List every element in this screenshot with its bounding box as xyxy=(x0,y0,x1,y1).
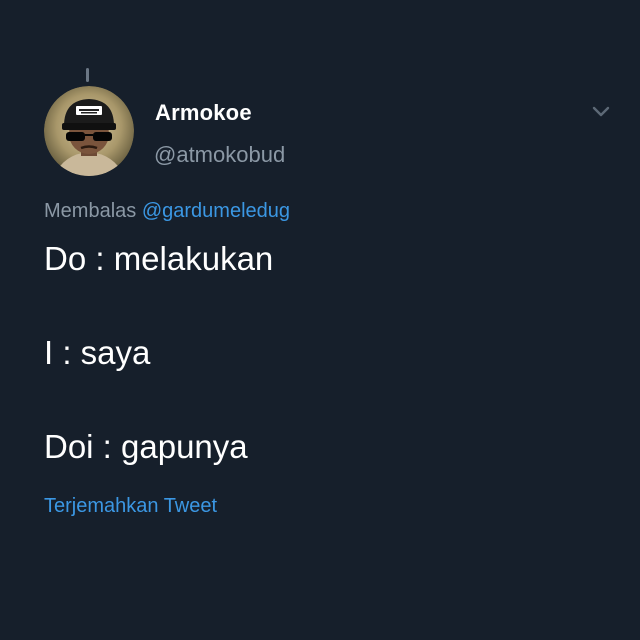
tweet-text-line: I : saya xyxy=(44,334,151,371)
avatar[interactable] xyxy=(44,86,134,176)
reply-context: Membalas @gardumeledug xyxy=(44,200,290,223)
chevron-down-icon-glyph xyxy=(592,106,610,117)
reply-mention-link[interactable]: @gardumeledug xyxy=(142,200,290,222)
tweet-screen: Armokoe @atmokobud Membalas @gardumeledu… xyxy=(0,0,640,640)
thread-connector-line xyxy=(86,68,89,82)
tweet-text-line: Do : melakukan xyxy=(44,240,274,277)
tweet-text-line: Doi : gapunya xyxy=(44,428,248,465)
avatar-image xyxy=(44,86,134,176)
user-handle[interactable]: @atmokobud xyxy=(154,142,285,168)
display-name[interactable]: Armokoe xyxy=(155,100,252,126)
reply-prefix: Membalas xyxy=(44,200,137,222)
chevron-down-icon[interactable] xyxy=(590,102,612,122)
translate-tweet-link[interactable]: Terjemahkan Tweet xyxy=(44,495,217,518)
